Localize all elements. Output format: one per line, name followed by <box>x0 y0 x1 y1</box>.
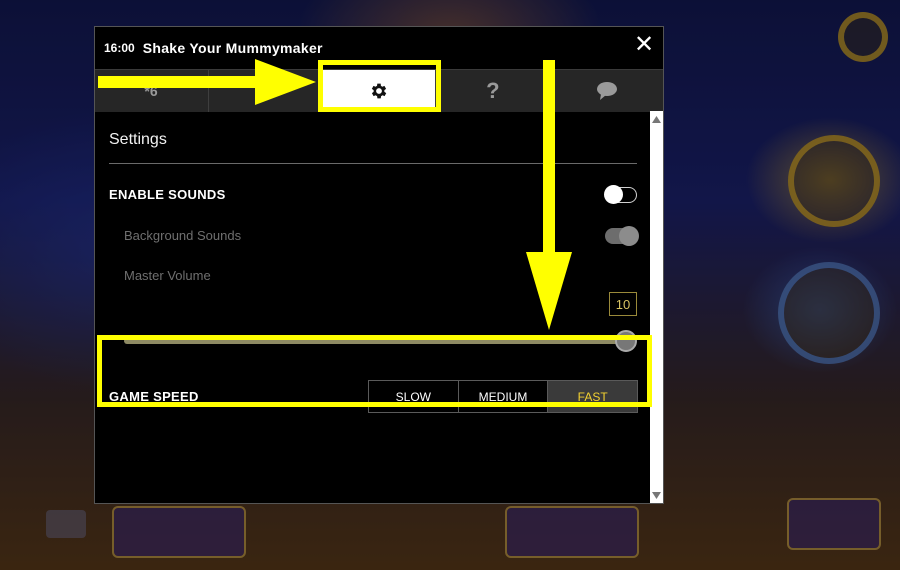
tab-chat[interactable] <box>550 70 663 112</box>
background-sounds-toggle[interactable] <box>605 226 639 246</box>
divider <box>109 163 637 164</box>
scroll-down-icon[interactable] <box>650 489 663 501</box>
game-speed-highlight <box>97 335 652 407</box>
svg-text:*6: *6 <box>145 83 158 99</box>
clock: 16:00 <box>104 41 135 55</box>
master-volume-label: Master Volume <box>124 268 211 283</box>
info-icon <box>255 81 275 101</box>
enable-sounds-label: ENABLE SOUNDS <box>109 187 226 202</box>
settings-tab-highlight <box>318 60 441 112</box>
chat-bubble-icon <box>596 82 617 100</box>
question-icon: ? <box>486 78 500 103</box>
tab-info[interactable] <box>209 70 323 112</box>
game-title: Shake Your Mummymaker <box>142 40 323 56</box>
close-icon[interactable]: ✕ <box>631 32 657 58</box>
scrollbar[interactable] <box>650 111 663 503</box>
tab-help[interactable]: ? <box>436 70 551 112</box>
tab-paytable[interactable]: *6 <box>95 70 209 112</box>
settings-content: Settings ENABLE SOUNDS Background Sounds… <box>95 111 651 503</box>
enable-sounds-toggle[interactable] <box>604 185 637 204</box>
paytable-icon: *6 <box>145 83 158 99</box>
background-sounds-label: Background Sounds <box>124 228 242 243</box>
master-volume-value: 10 <box>609 292 637 316</box>
toggle-knob <box>619 226 639 246</box>
section-title: Settings <box>109 131 167 148</box>
toggle-knob <box>604 185 623 204</box>
scroll-up-icon[interactable] <box>650 113 663 125</box>
